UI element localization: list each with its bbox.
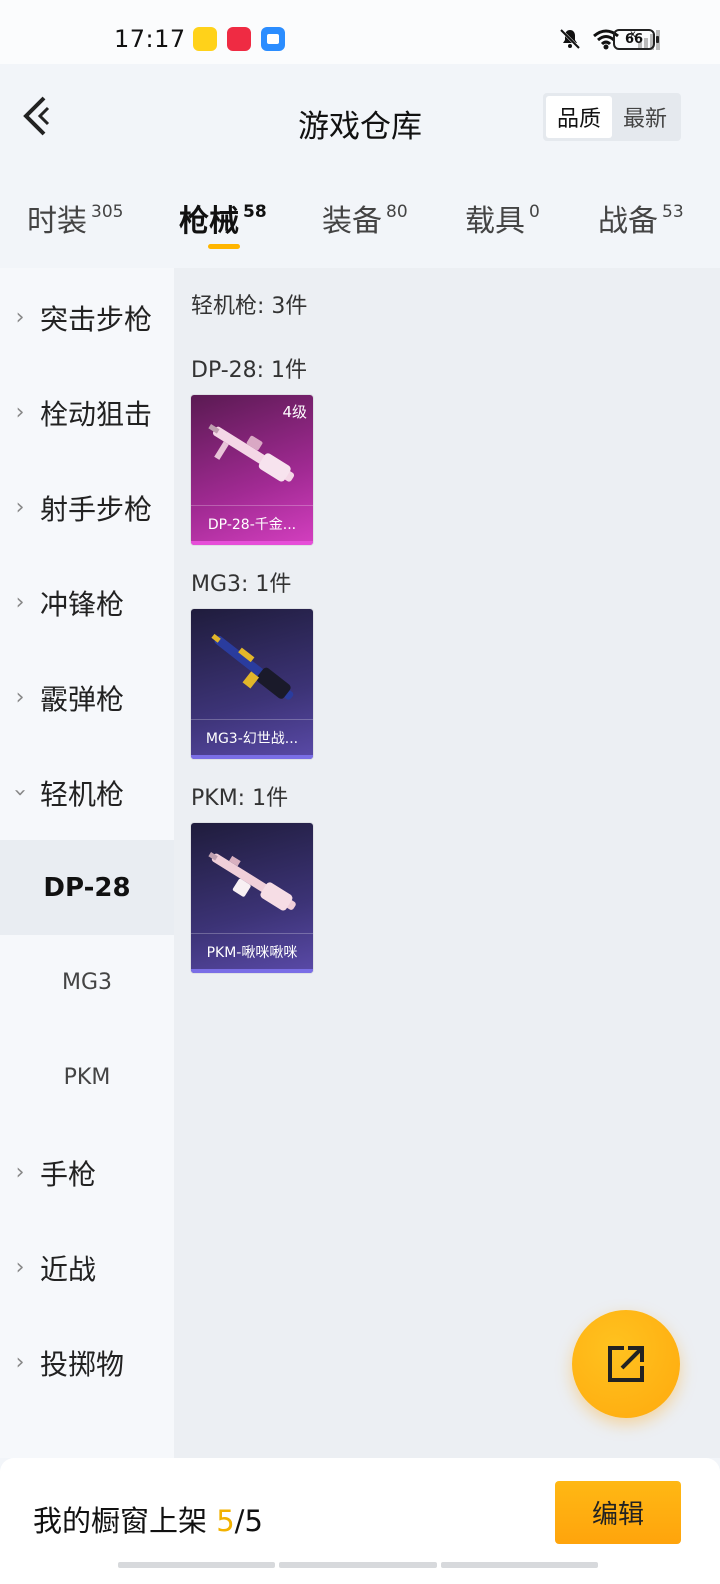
tab-label: 时装 xyxy=(27,204,87,239)
sidebar-item-assault-rifle[interactable]: › 突击步枪 xyxy=(0,270,174,365)
sidebar-item-marksman-rifle[interactable]: › 射手步枪 xyxy=(0,460,174,555)
sidebar-item-label: 轻机枪 xyxy=(40,777,125,811)
group-label: MG3: 1件 xyxy=(191,572,292,597)
sidebar-item-label: 栓动狙击 xyxy=(40,397,153,431)
chevron-right-icon: › xyxy=(15,305,25,330)
showcase-label: 我的橱窗上架 xyxy=(33,1504,217,1538)
category-summary: 轻机枪: 3件 xyxy=(191,294,308,319)
sidebar-item-label: 突击步枪 xyxy=(40,302,153,336)
sidebar-item-smg[interactable]: › 冲锋枪 xyxy=(0,555,174,650)
group-label: DP-28: 1件 xyxy=(191,358,308,383)
category-sidebar: › 突击步枪 › 栓动狙击 › 射手步枪 › 冲锋枪 › 霰弹枪 › 轻机枪 D… xyxy=(0,268,174,1458)
sidebar-item-throwables[interactable]: › 投掷物 xyxy=(0,1315,174,1410)
tab-label: 枪械 xyxy=(179,204,239,239)
item-card-dp28[interactable]: 4级 DP-28-千金... xyxy=(191,395,313,545)
item-name: MG3-幻世战... xyxy=(191,719,313,759)
item-grid: 轻机枪: 3件 DP-28: 1件 4级 DP-28-千金... MG3: 1件 xyxy=(174,268,720,1458)
chevron-right-icon: › xyxy=(15,590,25,615)
sidebar-subitem-pkm[interactable]: PKM xyxy=(0,1030,174,1125)
item-card-pkm[interactable]: PKM-啾咪啾咪 xyxy=(191,823,313,973)
tab-label: 战备 xyxy=(598,204,658,239)
sidebar-item-label: 射手步枪 xyxy=(40,492,153,526)
app-notification-icon xyxy=(193,27,217,51)
item-name: PKM-啾咪啾咪 xyxy=(191,933,313,973)
sidebar-item-label: 冲锋枪 xyxy=(40,587,125,621)
active-tab-indicator xyxy=(208,244,240,249)
sidebar-item-pistol[interactable]: › 手枪 xyxy=(0,1125,174,1220)
app-notification-icon xyxy=(227,27,251,51)
bottom-bar: 我的橱窗上架 5/5 编辑 xyxy=(0,1458,720,1584)
chevron-right-icon: › xyxy=(15,400,25,425)
sidebar-item-label: 手枪 xyxy=(40,1157,97,1191)
tab-count: 58 xyxy=(243,202,267,222)
category-tabs: 时装 305 枪械 58 装备 80 载具 0 战备 53 xyxy=(0,174,720,268)
mute-bell-icon xyxy=(559,28,581,50)
gun-skin-image xyxy=(211,633,294,700)
battery-level: 66 xyxy=(624,32,644,47)
showcase-current: 5 xyxy=(216,1504,235,1538)
sidebar-item-bolt-sniper[interactable]: › 栓动狙击 xyxy=(0,365,174,460)
tab-count: 305 xyxy=(91,202,124,222)
tab-supplies[interactable]: 战备 53 xyxy=(598,196,684,240)
tab-label: 装备 xyxy=(322,204,382,239)
tab-fashion[interactable]: 时装 305 xyxy=(27,196,123,240)
battery-indicator: 66 xyxy=(613,29,659,50)
tab-equipment[interactable]: 装备 80 xyxy=(322,196,408,240)
sidebar-item-lmg[interactable]: › 轻机枪 xyxy=(0,745,174,840)
gun-skin-image xyxy=(208,852,296,911)
status-bar: 17:17 x 66 xyxy=(0,0,720,64)
sidebar-subitem-mg3[interactable]: MG3 xyxy=(0,935,174,1030)
chevron-right-icon: › xyxy=(15,1160,25,1185)
share-external-icon xyxy=(608,1346,644,1382)
showcase-status: 我的橱窗上架 5/5 xyxy=(33,1498,263,1540)
status-time: 17:17 xyxy=(114,25,186,53)
chevron-right-icon: › xyxy=(15,1255,25,1280)
sidebar-subitem-dp28[interactable]: DP-28 xyxy=(0,840,174,935)
sort-toggle: 品质 最新 xyxy=(543,93,681,141)
sidebar-item-shotgun[interactable]: › 霰弹枪 xyxy=(0,650,174,745)
chevron-right-icon: › xyxy=(15,495,25,520)
group-label: PKM: 1件 xyxy=(191,786,289,811)
sort-newest-button[interactable]: 最新 xyxy=(612,96,678,138)
tab-vehicles[interactable]: 载具 0 xyxy=(465,196,540,240)
app-notification-icon xyxy=(261,27,285,51)
sidebar-item-melee[interactable]: › 近战 xyxy=(0,1220,174,1315)
share-button[interactable] xyxy=(572,1310,680,1418)
sidebar-item-label: 投掷物 xyxy=(40,1347,125,1381)
tab-firearms[interactable]: 枪械 58 xyxy=(179,196,267,240)
chevron-right-icon: › xyxy=(15,1350,25,1375)
chevron-right-icon: › xyxy=(15,685,25,710)
tab-count: 0 xyxy=(529,202,540,222)
home-indicator[interactable] xyxy=(118,1562,598,1568)
tab-count: 80 xyxy=(386,202,408,222)
tab-label: 载具 xyxy=(465,204,525,239)
tab-count: 53 xyxy=(662,202,684,222)
sidebar-item-label: 霰弹枪 xyxy=(40,682,125,716)
item-level: 4级 xyxy=(282,403,307,421)
sort-quality-button[interactable]: 品质 xyxy=(546,96,612,138)
item-card-mg3[interactable]: MG3-幻世战... xyxy=(191,609,313,759)
chevron-down-icon: › xyxy=(7,788,33,797)
edit-button[interactable]: 编辑 xyxy=(555,1481,681,1544)
sidebar-item-label: 近战 xyxy=(40,1252,97,1286)
item-name: DP-28-千金... xyxy=(191,505,313,545)
header: 游戏仓库 品质 最新 xyxy=(0,64,720,174)
showcase-total: /5 xyxy=(234,1504,263,1538)
